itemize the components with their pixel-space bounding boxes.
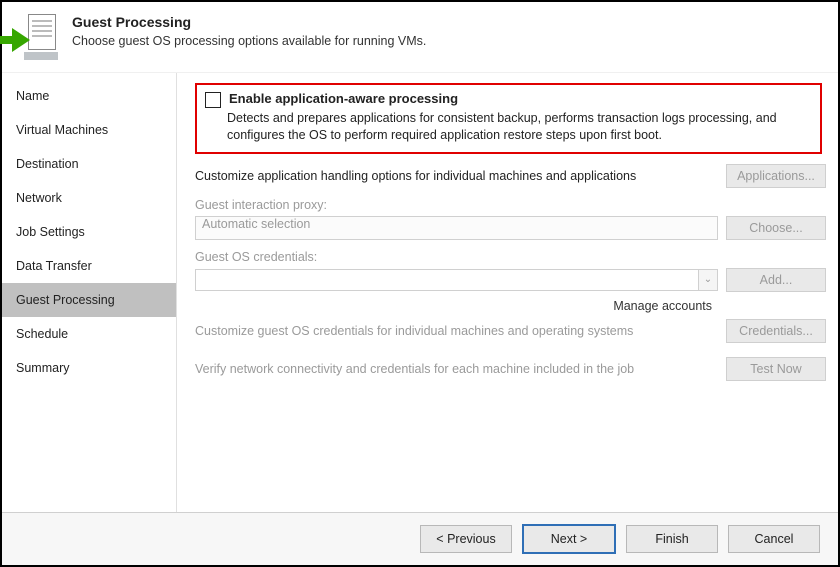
highlight-enable-app-aware: Enable application-aware processing Dete… [195,83,822,154]
customize-creds-text: Customize guest OS credentials for indiv… [195,324,718,338]
add-credentials-button: Add... [726,268,826,292]
choose-proxy-button: Choose... [726,216,826,240]
credentials-button: Credentials... [726,319,826,343]
wizard-steps-sidebar: Name Virtual Machines Destination Networ… [2,73,177,513]
page-title: Guest Processing [72,14,426,30]
step-destination[interactable]: Destination [2,147,176,181]
applications-button: Applications... [726,164,826,188]
guest-proxy-label: Guest interaction proxy: [195,198,826,212]
step-network[interactable]: Network [2,181,176,215]
guest-processing-icon [12,14,58,64]
chevron-down-icon: ⌄ [698,270,717,290]
guest-creds-select: ⌄ [195,269,718,291]
step-job-settings[interactable]: Job Settings [2,215,176,249]
enable-app-aware-checkbox[interactable] [205,92,221,108]
enable-app-aware-description: Detects and prepares applications for co… [227,110,810,144]
enable-app-aware-label: Enable application-aware processing [229,91,458,106]
guest-creds-label: Guest OS credentials: [195,250,826,264]
wizard-window: Guest Processing Choose guest OS process… [0,0,840,567]
step-data-transfer[interactable]: Data Transfer [2,249,176,283]
test-now-button: Test Now [726,357,826,381]
step-summary[interactable]: Summary [2,351,176,385]
step-virtual-machines[interactable]: Virtual Machines [2,113,176,147]
customize-apps-text: Customize application handling options f… [195,169,718,183]
wizard-body: Name Virtual Machines Destination Networ… [2,72,838,513]
cancel-button[interactable]: Cancel [728,525,820,553]
wizard-content: Enable application-aware processing Dete… [177,73,838,513]
page-subtitle: Choose guest OS processing options avail… [72,34,426,48]
manage-accounts-link[interactable]: Manage accounts [613,299,712,313]
wizard-header: Guest Processing Choose guest OS process… [2,2,838,72]
step-name[interactable]: Name [2,79,176,113]
step-guest-processing[interactable]: Guest Processing [2,283,176,317]
next-button[interactable]: Next > [522,524,616,554]
previous-button[interactable]: < Previous [420,525,512,553]
finish-button[interactable]: Finish [626,525,718,553]
wizard-footer: < Previous Next > Finish Cancel [2,512,838,565]
guest-proxy-input: Automatic selection [195,216,718,240]
verify-text: Verify network connectivity and credenti… [195,362,718,376]
step-schedule[interactable]: Schedule [2,317,176,351]
